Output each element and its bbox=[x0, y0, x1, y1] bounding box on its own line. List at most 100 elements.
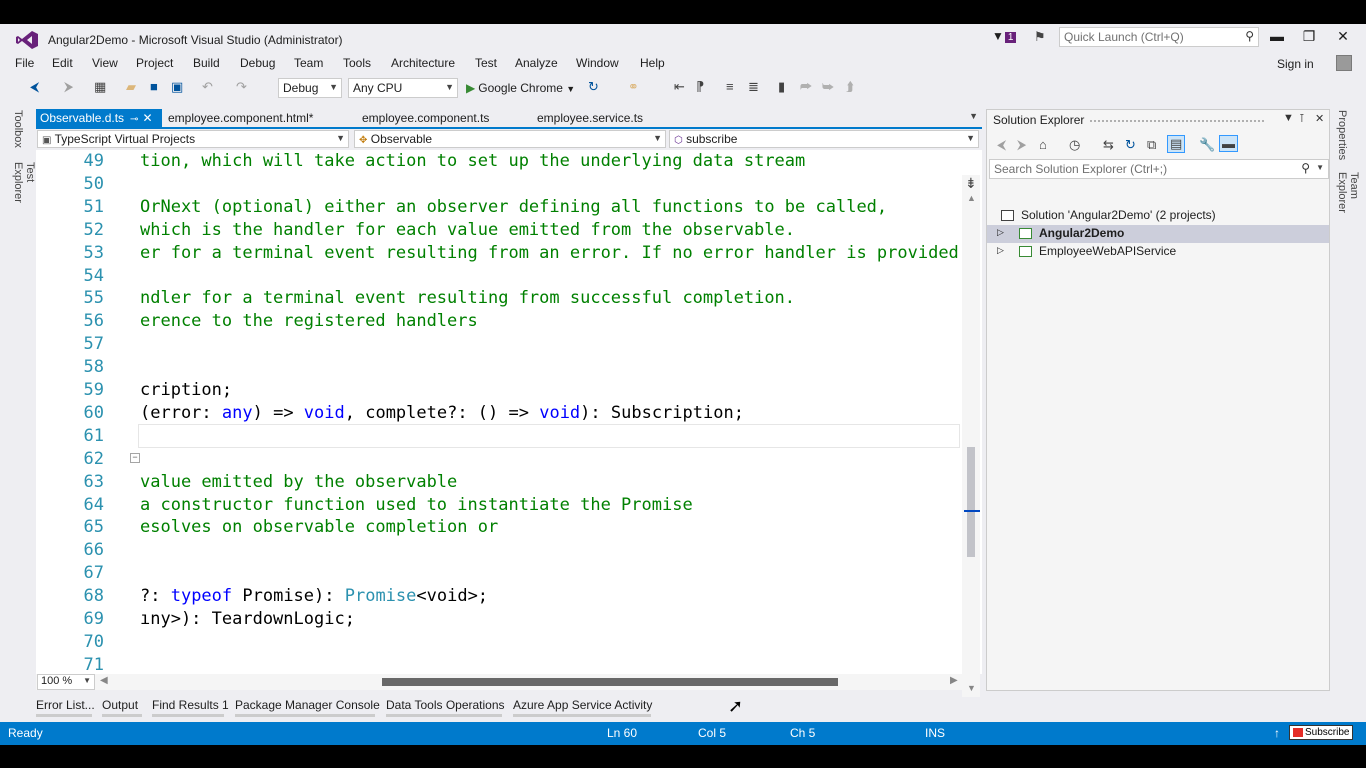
editor-vertical-scrollbar[interactable]: ⇟ ▲ ▼ bbox=[962, 175, 980, 697]
type-dropdown[interactable]: ✥ Observable ▼ bbox=[354, 130, 666, 148]
tab-list-dropdown-icon[interactable]: ▼ bbox=[969, 111, 978, 121]
pin-icon[interactable]: ⊸ bbox=[130, 114, 138, 125]
undo-icon[interactable]: ↶ bbox=[202, 79, 213, 95]
sign-in-link[interactable]: Sign in bbox=[1277, 57, 1314, 71]
back-icon[interactable]: ⮜ bbox=[997, 137, 1006, 153]
navigate-forward-icon[interactable]: ⮞ bbox=[64, 79, 73, 95]
horizontal-scroll-thumb[interactable] bbox=[382, 678, 838, 686]
tab-output[interactable]: Output bbox=[102, 698, 138, 712]
code-line[interactable]: 63 value emitted by the observable bbox=[36, 471, 964, 494]
navigate-back-icon[interactable]: ⮜ bbox=[30, 79, 39, 95]
code-line[interactable]: 57 bbox=[36, 333, 964, 356]
new-project-icon[interactable]: ▦ bbox=[94, 79, 106, 95]
properties-tab[interactable]: Properties bbox=[1336, 110, 1348, 160]
code-line[interactable]: 67 bbox=[36, 562, 964, 585]
preview-selected-items-icon[interactable]: ▬ bbox=[1219, 135, 1238, 152]
code-line[interactable]: 65 esolves on observable completion or bbox=[36, 516, 964, 539]
close-panel-icon[interactable]: ✕ bbox=[1315, 112, 1324, 125]
run-button[interactable]: ▶ Google Chrome ▼ bbox=[466, 81, 575, 95]
tab-employee-service-ts[interactable]: employee.service.ts bbox=[533, 109, 647, 127]
pending-changes-filter-icon[interactable]: ◷ bbox=[1069, 137, 1080, 153]
code-line[interactable]: 56 erence to the registered handlers bbox=[36, 310, 964, 333]
expand-arrow-icon[interactable]: ▷ bbox=[997, 227, 1004, 238]
platform-select[interactable]: Any CPU ▼ bbox=[348, 78, 458, 98]
tab-package-manager-console[interactable]: Package Manager Console bbox=[235, 698, 380, 712]
code-line[interactable]: 54 bbox=[36, 265, 964, 288]
code-line[interactable]: 52 which is the handler for each value em… bbox=[36, 219, 964, 242]
open-file-icon[interactable]: ▰ bbox=[126, 79, 136, 95]
clear-bookmarks-icon[interactable]: ⮭ bbox=[846, 79, 854, 95]
code-line[interactable]: 55 ndler for a terminal event resulting f… bbox=[36, 287, 964, 310]
code-line[interactable]: 66 bbox=[36, 539, 964, 562]
code-line[interactable]: 68?: typeof Promise): Promise<void>; bbox=[36, 585, 964, 608]
account-avatar-icon[interactable] bbox=[1336, 55, 1352, 71]
previous-bookmark-icon[interactable]: ⮫ bbox=[800, 79, 812, 95]
scroll-left-icon[interactable]: ◀ bbox=[100, 675, 108, 686]
restore-button[interactable]: ❐ bbox=[1296, 28, 1322, 45]
toolbox-tab[interactable]: Toolbox bbox=[12, 110, 24, 148]
team-explorer-tab[interactable]: Team Explorer bbox=[1336, 172, 1360, 213]
code-line[interactable]: 62 bbox=[36, 448, 964, 471]
panel-grip[interactable] bbox=[1089, 119, 1265, 123]
code-line[interactable]: 70 bbox=[36, 631, 964, 654]
collapse-all-icon[interactable]: ⧉ bbox=[1147, 137, 1156, 153]
close-icon[interactable]: ✕ bbox=[142, 111, 152, 125]
code-line[interactable]: 58 bbox=[36, 356, 964, 379]
menu-team[interactable]: Team bbox=[294, 56, 323, 70]
home-icon[interactable]: ⌂ bbox=[1039, 137, 1047, 152]
menu-build[interactable]: Build bbox=[193, 56, 220, 70]
code-line[interactable]: 49 tion, which will take action to set up… bbox=[36, 150, 964, 173]
tab-observable-d-ts[interactable]: Observable.d.ts ⊸ ✕ bbox=[36, 109, 162, 127]
menu-debug[interactable]: Debug bbox=[240, 56, 275, 70]
notifications-button[interactable]: ▼ 1 bbox=[992, 29, 1017, 43]
tree-item-employeewebapiservice[interactable]: ▷ EmployeeWebAPIService bbox=[987, 243, 1329, 261]
menu-window[interactable]: Window bbox=[576, 56, 619, 70]
browser-link-icon[interactable]: ⚭ bbox=[628, 79, 639, 95]
code-line[interactable]: 59 cription; bbox=[36, 379, 964, 402]
code-line[interactable]: 69 ıny>): TeardownLogic; bbox=[36, 608, 964, 631]
show-all-files-icon[interactable]: ▤ bbox=[1167, 135, 1186, 153]
tab-data-tools-operations[interactable]: Data Tools Operations bbox=[386, 698, 505, 712]
code-line[interactable]: 71 bbox=[36, 654, 964, 674]
refresh-icon[interactable]: ↻ bbox=[588, 79, 599, 95]
uncomment-icon[interactable]: ≣ bbox=[748, 79, 759, 95]
code-editor[interactable]: − 49 tion, which will take action to set … bbox=[36, 150, 982, 674]
menu-file[interactable]: File bbox=[15, 56, 34, 70]
scroll-thumb[interactable] bbox=[967, 447, 975, 557]
zoom-select[interactable]: 100 % ▼ bbox=[37, 674, 95, 690]
code-line[interactable]: 53 er for a terminal event resulting from… bbox=[36, 242, 970, 265]
properties-wrench-icon[interactable]: 🔧 bbox=[1199, 137, 1215, 153]
code-line[interactable]: 64 a constructor function used to instant… bbox=[36, 494, 964, 517]
feedback-icon[interactable]: ⚑ bbox=[1034, 29, 1046, 45]
publish-arrow-icon[interactable]: ↑ bbox=[1274, 726, 1280, 740]
expand-arrow-icon[interactable]: ▷ bbox=[997, 245, 1004, 256]
menu-help[interactable]: Help bbox=[640, 56, 665, 70]
redo-icon[interactable]: ↷ bbox=[236, 79, 247, 95]
scroll-right-icon[interactable]: ▶ bbox=[950, 675, 958, 686]
project-dropdown[interactable]: ▣ TypeScript Virtual Projects ▼ bbox=[37, 130, 349, 148]
panel-options-icon[interactable]: ▼ bbox=[1283, 112, 1294, 124]
refresh-icon[interactable]: ↻ bbox=[1125, 137, 1136, 153]
bookmark-icon[interactable]: ▮ bbox=[778, 79, 785, 95]
code-line[interactable]: 51 OrNext (optional) either an observer d… bbox=[36, 196, 964, 219]
next-bookmark-icon[interactable]: ⮩ bbox=[822, 79, 834, 95]
split-window-icon[interactable]: ⇟ bbox=[965, 175, 977, 192]
step-icon[interactable]: ⇤ bbox=[674, 79, 685, 95]
forward-icon[interactable]: ⮞ bbox=[1017, 137, 1026, 153]
tree-item-angular2demo[interactable]: ▷ Angular2Demo bbox=[987, 225, 1329, 243]
solution-explorer-search-input[interactable]: Search Solution Explorer (Ctrl+;) ⚲ ▼ bbox=[989, 159, 1329, 179]
tab-find-results-1[interactable]: Find Results 1 bbox=[152, 698, 229, 712]
code-line[interactable]: 50 bbox=[36, 173, 964, 196]
scroll-up-icon[interactable]: ▲ bbox=[967, 193, 976, 203]
menu-analyze[interactable]: Analyze bbox=[515, 56, 558, 70]
minimize-button[interactable]: ▬ bbox=[1264, 28, 1290, 44]
code-line[interactable]: 61 bbox=[36, 425, 964, 448]
tab-error-list[interactable]: Error List... bbox=[36, 698, 95, 712]
test-explorer-tab[interactable]: Test Explorer bbox=[12, 162, 36, 203]
save-icon[interactable]: ■ bbox=[150, 79, 158, 94]
tab-azure-app-service-activity[interactable]: Azure App Service Activity bbox=[513, 698, 652, 712]
tab-employee-component-html[interactable]: employee.component.html* bbox=[164, 109, 317, 127]
sync-with-active-document-icon[interactable]: ⇆ bbox=[1103, 137, 1114, 153]
subscribe-badge[interactable]: Subscribe bbox=[1289, 725, 1354, 740]
menu-view[interactable]: View bbox=[92, 56, 118, 70]
